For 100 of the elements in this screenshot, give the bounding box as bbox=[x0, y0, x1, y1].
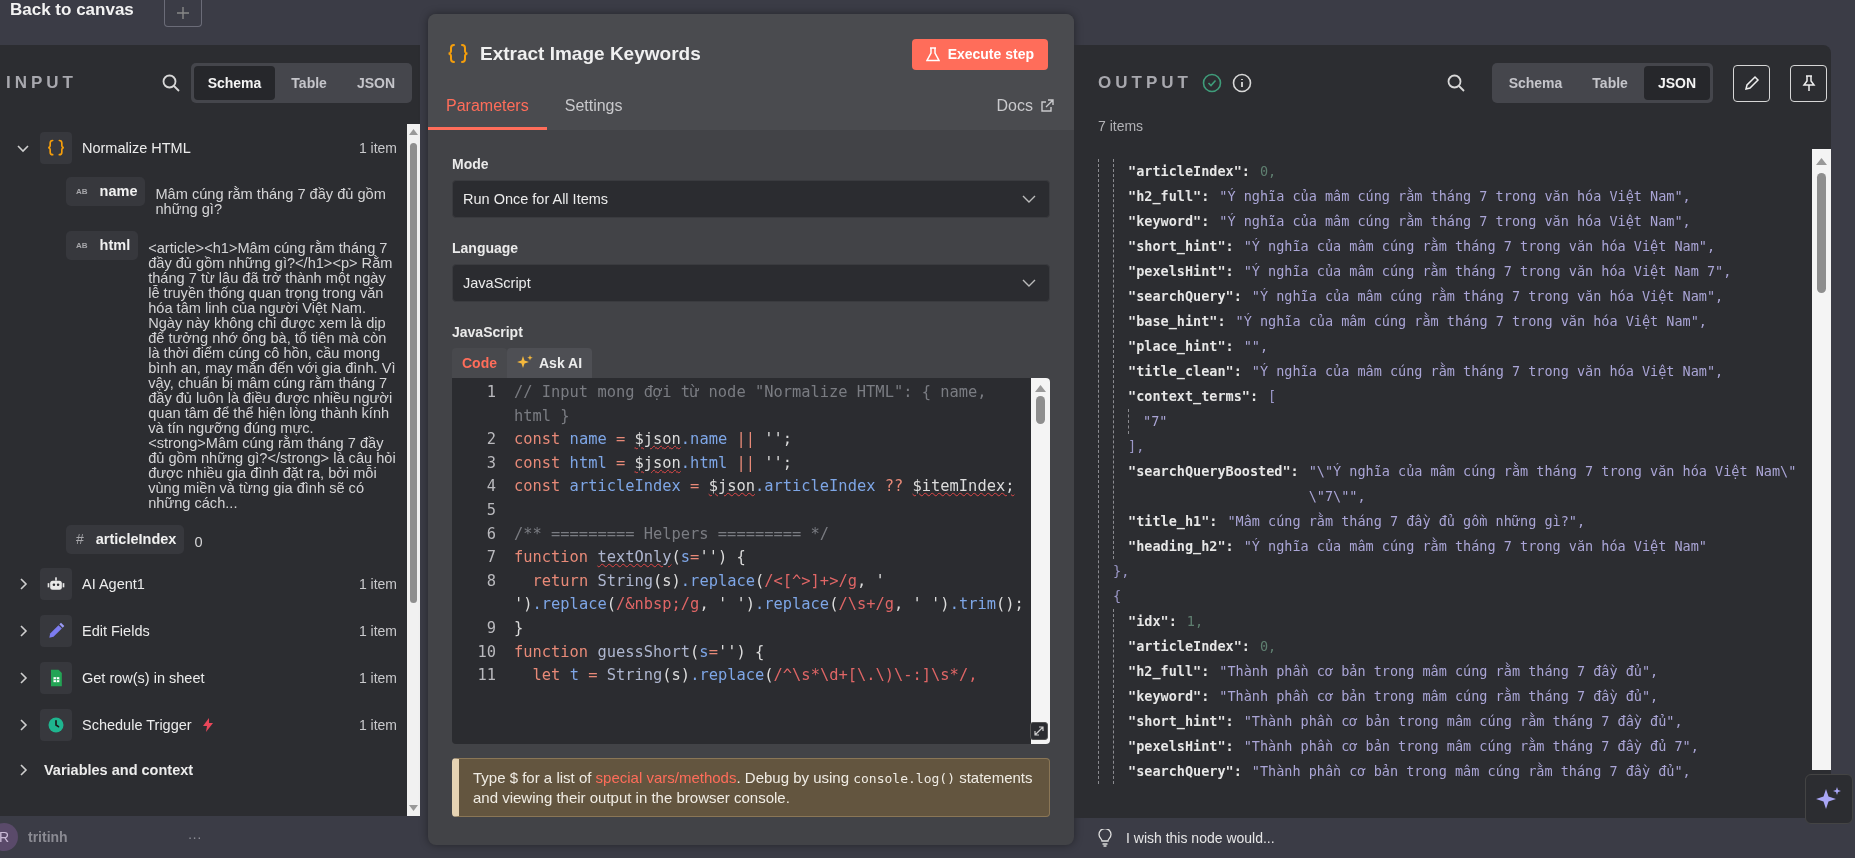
line-number: 2 bbox=[485, 429, 497, 451]
json-key: "idx": bbox=[1128, 609, 1177, 634]
json-value: "Ý nghĩa của mâm cúng rằm tháng 7 trong văn hóa Việt Nam" bbox=[1243, 536, 1708, 556]
json-key: "base_hint": bbox=[1128, 309, 1226, 334]
section-label[interactable]: Variables and context bbox=[44, 762, 194, 778]
line-number: 3 bbox=[485, 452, 497, 474]
scrollbar[interactable] bbox=[407, 124, 420, 816]
json-key: "articleIndex": bbox=[1128, 634, 1250, 659]
spreadsheet-icon bbox=[40, 661, 72, 694]
json-value: "", bbox=[1243, 337, 1270, 356]
field-value: <article><h1>Mâm cúng rằm tháng 7 đầy đủ gồm những gì?</h1><p> Rằm tháng 7 từ lâu đã trở thành một ngày lễ truyền thống quan trọng trong văn hóa tâm linh của người Việt Nam. Ngày này không chỉ được xem là dịp để tưởng nhớ ông bà, tổ tiên mà còn là thời điểm cúng cô hồn, cầu mong bình an, may mắn đến với gia đình. Vì vậy, chuẩn bị mâm cúng rằm tháng 7 đầy đủ luôn là điều được nhiều người quan tâm để thể hiện lòng thành kính và tín ngưỡng đúng mực. <strong>Mâm cúng rằm tháng 7 đầy đủ gồm những gì?</strong> là câu hỏi được nhiều gia đình đặt ra, bởi mỗi vùng miền và từng gia đình sẽ có những cách... bbox=[148, 239, 397, 511]
node-name[interactable]: AI Agent1 bbox=[82, 575, 145, 592]
json-key: "keyword": bbox=[1128, 209, 1210, 234]
chevron-down-icon[interactable] bbox=[1021, 278, 1037, 288]
json-value: "Ý nghĩa của mâm cúng rằm tháng 7 trong văn hóa Việt Nam", bbox=[1251, 361, 1725, 381]
node-name[interactable]: Normalize HTML bbox=[82, 139, 191, 156]
node-name[interactable]: Schedule Trigger bbox=[82, 716, 192, 733]
search-icon[interactable] bbox=[160, 73, 181, 93]
json-key: "searchQuery": bbox=[1128, 284, 1242, 309]
json-key: "searchQueryBoosted": bbox=[1128, 459, 1299, 509]
code-editor[interactable] bbox=[452, 378, 1050, 744]
item-count: 1 item bbox=[358, 669, 397, 686]
line-number: 5 bbox=[485, 499, 497, 521]
json-key: "short_hint": bbox=[1128, 709, 1234, 734]
search-icon[interactable] bbox=[1445, 73, 1466, 93]
view-tab[interactable]: Schema bbox=[1494, 66, 1577, 100]
item-count: 1 item bbox=[358, 716, 397, 733]
language-dropdown[interactable]: JavaScript bbox=[452, 264, 1050, 302]
scroll-up-icon[interactable] bbox=[1035, 384, 1046, 392]
json-value: "Ý nghĩa của mâm cúng rằm tháng 7 trong văn hóa Việt Nam", bbox=[1219, 186, 1692, 206]
code-line: const html = $json.html || ''; bbox=[514, 452, 794, 474]
node-name[interactable]: Edit Fields bbox=[82, 622, 150, 639]
node-name[interactable]: Get row(s) in sheet bbox=[82, 669, 205, 686]
info-icon[interactable] bbox=[1231, 73, 1252, 93]
field-value: 0 bbox=[194, 533, 204, 550]
json-key: "heading_h2": bbox=[1128, 534, 1234, 559]
json-value: "Ý nghĩa của mâm cúng rằm tháng 7 trong văn hóa Việt Nam", bbox=[1251, 286, 1725, 306]
external-link-icon[interactable] bbox=[1040, 99, 1054, 113]
field-name-tag[interactable]: # articleIndex bbox=[66, 525, 185, 554]
feedback-prompt[interactable]: I wish this node would... bbox=[1126, 830, 1275, 846]
item-count: 1 item bbox=[358, 139, 397, 156]
scroll-thumb[interactable] bbox=[1036, 396, 1045, 424]
field-name-tag[interactable]: AB name bbox=[66, 177, 146, 206]
json-value: "Thành phần cơ bản trong mâm cúng rằm tháng 7 đầy đủ 7", bbox=[1243, 736, 1700, 756]
json-bracket: [ bbox=[1268, 387, 1278, 406]
code-line: const articleIndex = $json.articleIndex ?? $itemIndex; bbox=[514, 476, 1016, 498]
mode-dropdown[interactable]: Run Once for All Items bbox=[452, 180, 1050, 218]
lightbulb-icon bbox=[1098, 829, 1112, 847]
json-key: "searchQuery": bbox=[1128, 759, 1242, 784]
json-bracket: }, bbox=[1113, 562, 1130, 581]
line-number: 8 bbox=[485, 570, 497, 592]
editor-tab[interactable]: Ask AI bbox=[507, 348, 593, 378]
edit-button[interactable] bbox=[1733, 64, 1770, 102]
code-line: } bbox=[514, 617, 525, 639]
code-line: const name = $json.name || ''; bbox=[514, 429, 794, 451]
pencil-icon[interactable] bbox=[1742, 74, 1761, 92]
json-key: "place_hint": bbox=[1128, 334, 1234, 359]
chevron-down-icon[interactable] bbox=[1021, 194, 1037, 204]
json-value: "7" bbox=[1143, 412, 1169, 431]
json-key: "pexelsHint": bbox=[1128, 734, 1234, 759]
hint-text: Type $ for a list of special vars/methods. Debug by using console.log() statements and viewing their output in the browser console. bbox=[452, 758, 1050, 817]
scroll-thumb[interactable] bbox=[1817, 173, 1826, 293]
pin-button[interactable] bbox=[1790, 64, 1827, 102]
flask-icon[interactable] bbox=[925, 46, 940, 62]
expand-icon[interactable] bbox=[1030, 722, 1048, 740]
user-avatar[interactable]: R bbox=[0, 823, 18, 851]
json-value: "Ý nghĩa của mâm cúng rằm tháng 7 trong văn hóa Việt Nam 7", bbox=[1243, 261, 1733, 281]
item-count: 1 item bbox=[358, 575, 397, 592]
view-tab[interactable]: Schema bbox=[193, 66, 276, 100]
code-line: return String(s).replace(/<[^>]+>/g, ' ').replace(/&nbsp;/g, ' ').replace(/\s+/g, ' ').trim(); bbox=[514, 570, 1025, 616]
item-count: 1 item bbox=[358, 622, 397, 639]
view-tab[interactable]: Table bbox=[277, 66, 341, 100]
code-line: function textOnly(s='') { bbox=[514, 547, 747, 569]
robot-icon bbox=[40, 567, 72, 600]
ai-assistant-button[interactable] bbox=[1805, 774, 1853, 824]
field-label: Mode bbox=[452, 156, 490, 172]
view-tab[interactable]: JSON bbox=[1643, 66, 1710, 100]
line-number: 9 bbox=[485, 617, 497, 639]
field-value: Mâm cúng rằm tháng 7 đầy đủ gồm những gì? bbox=[155, 185, 387, 217]
item-count: 7 items bbox=[1097, 117, 1145, 134]
scroll-thumb[interactable] bbox=[410, 143, 417, 603]
json-key: "keyword": bbox=[1128, 684, 1210, 709]
line-number: 7 bbox=[485, 547, 497, 569]
panel-tab[interactable]: Settings bbox=[546, 97, 641, 130]
json-value: "Thành phần cơ bản trong mâm cúng rằm tháng 7 đầy đủ", bbox=[1243, 711, 1684, 731]
panel-title: OUTPUT bbox=[1098, 73, 1192, 93]
field-name-tag[interactable]: AB html bbox=[66, 231, 139, 260]
back-to-canvas-link[interactable]: Back to canvas bbox=[10, 0, 134, 20]
view-tab[interactable]: Table bbox=[1578, 66, 1642, 100]
line-number: 4 bbox=[485, 476, 497, 498]
docs-link[interactable]: Docs bbox=[996, 97, 1054, 130]
json-value: "\"Ý nghĩa của mâm cúng rằm tháng 7 trong văn hóa Việt Nam\" \"7\"", bbox=[1308, 461, 1798, 506]
scroll-up-icon[interactable] bbox=[1816, 157, 1827, 165]
view-tab[interactable]: JSON bbox=[342, 66, 409, 100]
scrollbar[interactable] bbox=[1031, 378, 1050, 744]
check-circle-icon bbox=[1201, 73, 1222, 93]
panel-title: INPUT bbox=[6, 73, 77, 93]
json-key: "h2_full": bbox=[1128, 659, 1210, 684]
scrollbar[interactable] bbox=[1812, 149, 1831, 770]
json-value: "Ý nghĩa của mâm cúng rằm tháng 7 trong văn hóa Việt Nam", bbox=[1235, 311, 1708, 331]
